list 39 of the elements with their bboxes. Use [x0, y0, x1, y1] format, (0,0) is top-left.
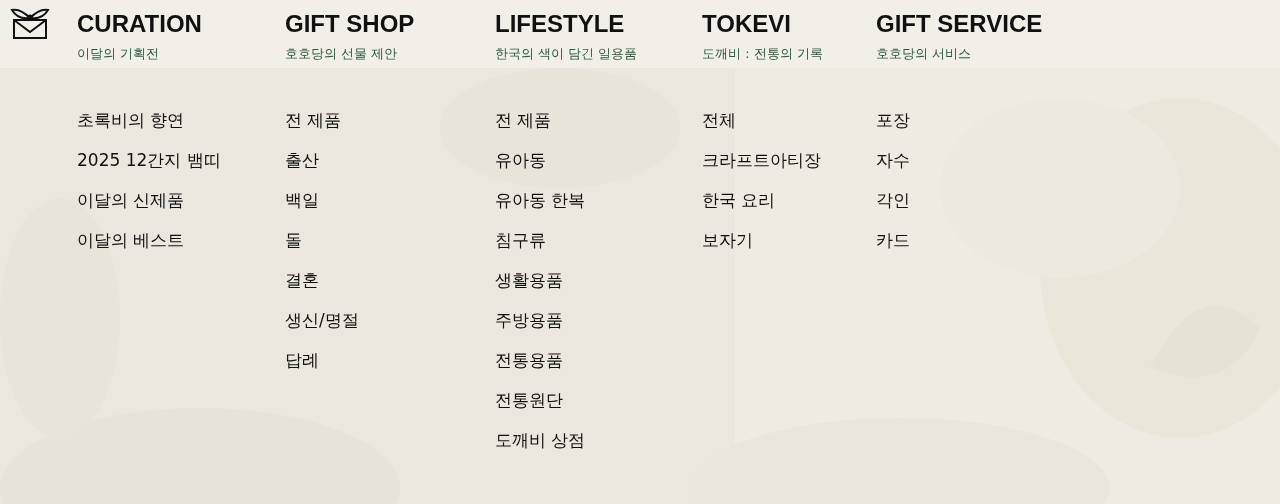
menu-item[interactable]: 전통용품 [495, 350, 563, 370]
menu-item[interactable]: 생활용품 [495, 270, 563, 290]
menu-item[interactable]: 전체 [702, 110, 736, 130]
menu-item[interactable]: 백일 [285, 190, 319, 210]
menu-subtitle: 한국의 색이 담긴 일용품 [495, 45, 638, 63]
menu-item[interactable]: 출산 [285, 150, 319, 170]
menu-subtitle: 호호당의 서비스 [876, 45, 972, 63]
menu-item[interactable]: 카드 [876, 230, 910, 250]
menu-item[interactable]: 생신/명절 [285, 310, 359, 330]
menu-subtitle: 도깨비 : 전통의 기록 [702, 45, 823, 63]
menu-title[interactable]: GIFT SERVICE [876, 9, 1043, 39]
menu-title[interactable]: GIFT SHOP [285, 9, 415, 39]
gift-envelope-icon[interactable] [10, 6, 50, 40]
menu-item[interactable]: 침구류 [495, 230, 546, 250]
menu-item[interactable]: 전 제품 [285, 110, 342, 130]
menu-title[interactable]: CURATION [77, 9, 202, 39]
menu-item[interactable]: 한국 요리 [702, 190, 776, 210]
menu-item[interactable]: 포장 [876, 110, 910, 130]
menu-item[interactable]: 각인 [876, 190, 910, 210]
menu-item[interactable]: 초록비의 향연 [77, 110, 185, 130]
menu-item[interactable]: 이달의 베스트 [77, 230, 185, 250]
menu-item[interactable]: 돌 [285, 230, 302, 250]
menu-title[interactable]: LIFESTYLE [495, 9, 625, 39]
menu-item[interactable]: 유아동 [495, 150, 546, 170]
menu-item[interactable]: 주방용품 [495, 310, 563, 330]
menu-item[interactable]: 크라프트아티장 [702, 150, 821, 170]
menu-subtitle: 호호당의 선물 제안 [285, 45, 398, 63]
menu-item[interactable]: 전 제품 [495, 110, 552, 130]
menu-item[interactable]: 전통원단 [495, 390, 563, 410]
menu-item[interactable]: 답례 [285, 350, 319, 370]
menu-title[interactable]: TOKEVI [702, 9, 791, 39]
menu-subtitle: 이달의 기획전 [77, 45, 160, 63]
menu-item[interactable]: 보자기 [702, 230, 753, 250]
menu-item[interactable]: 결혼 [285, 270, 319, 290]
menu-item[interactable]: 유아동 한복 [495, 190, 586, 210]
menu-item[interactable]: 2025 12간지 뱀띠 [77, 150, 221, 170]
menu-item[interactable]: 이달의 신제품 [77, 190, 185, 210]
menu-item[interactable]: 도깨비 상점 [495, 430, 586, 450]
menu-item[interactable]: 자수 [876, 150, 910, 170]
